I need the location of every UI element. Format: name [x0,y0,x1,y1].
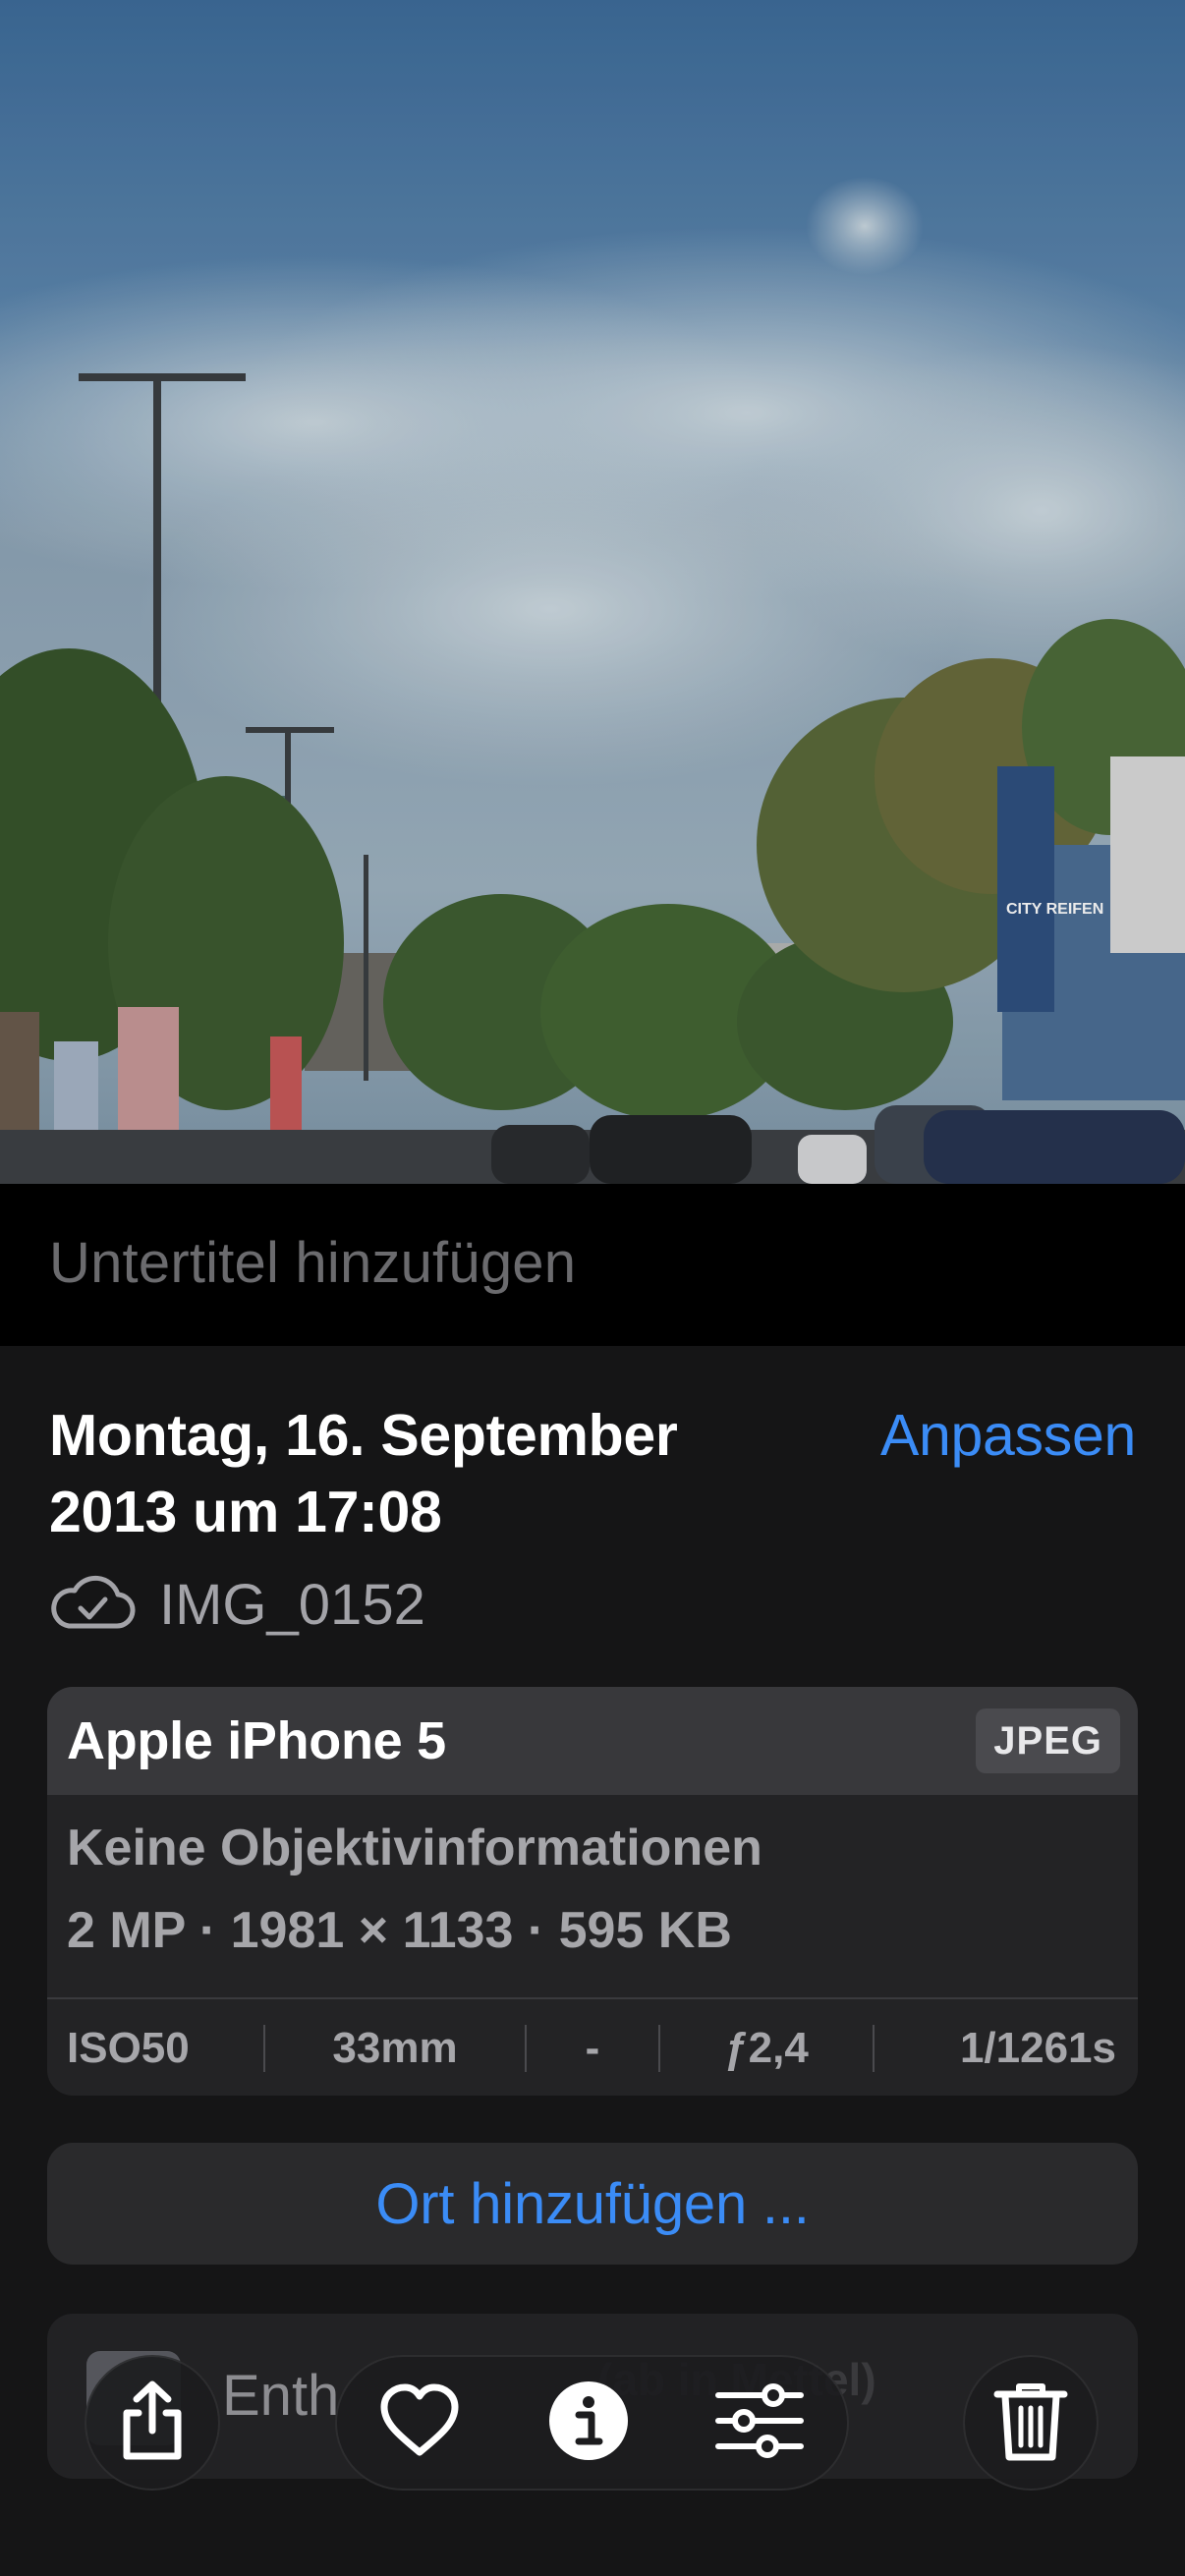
photo-view[interactable]: CITY REIFEN [0,0,1185,1184]
edit-button[interactable] [710,2374,809,2472]
capture-date: Montag, 16. September 2013 um 17:08 [49,1397,757,1550]
camera-header: Apple iPhone 5 JPEG [47,1687,1138,1795]
favorite-button[interactable] [370,2374,469,2472]
camera-info-card: Apple iPhone 5 JPEG Keine Objektivinform… [47,1687,1138,2096]
exif-aperture: ƒ2,4 [724,2024,809,2072]
photo-image: CITY REIFEN [0,0,1185,1184]
camera-model: Apple iPhone 5 [67,1711,446,1770]
exif-exposure-bias: - [585,2024,600,2072]
delete-button[interactable] [963,2355,1099,2491]
share-icon [113,2380,192,2467]
info-button[interactable] [539,2374,638,2472]
photo-actions-toolbar [335,2355,849,2491]
info-icon [548,2380,629,2466]
share-button[interactable] [85,2355,220,2491]
people-card-label: Enth [222,2364,340,2428]
filename-row: IMG_0152 [49,1560,425,1649]
heart-icon [378,2383,461,2463]
icloud-check-icon [49,1573,136,1637]
add-location-button[interactable]: Ort hinzufügen ... [47,2143,1138,2265]
add-location-label: Ort hinzufügen ... [375,2171,810,2236]
exif-shutter-speed: 1/1261s [959,2024,1116,2072]
filename: IMG_0152 [159,1572,425,1637]
caption-input[interactable]: Untertitel hinzufügen [49,1230,576,1296]
image-specs: 2 MP · 1981 × 1133 · 595 KB [67,1902,732,1959]
exif-row: ISO50 33mm - ƒ2,4 1/1261s [47,1997,1138,2096]
format-badge: JPEG [976,1708,1120,1773]
exif-focal-length: 33mm [332,2024,458,2072]
exif-iso: ISO50 [67,2024,190,2072]
lens-info: Keine Objektivinformationen [67,1820,762,1876]
trash-icon [991,2379,1070,2468]
adjust-date-button[interactable]: Anpassen [880,1397,1136,1474]
date-line-1: Montag, 16. September [49,1403,678,1468]
date-line-2: 2013 um 17:08 [49,1480,442,1544]
sliders-icon [714,2382,805,2463]
